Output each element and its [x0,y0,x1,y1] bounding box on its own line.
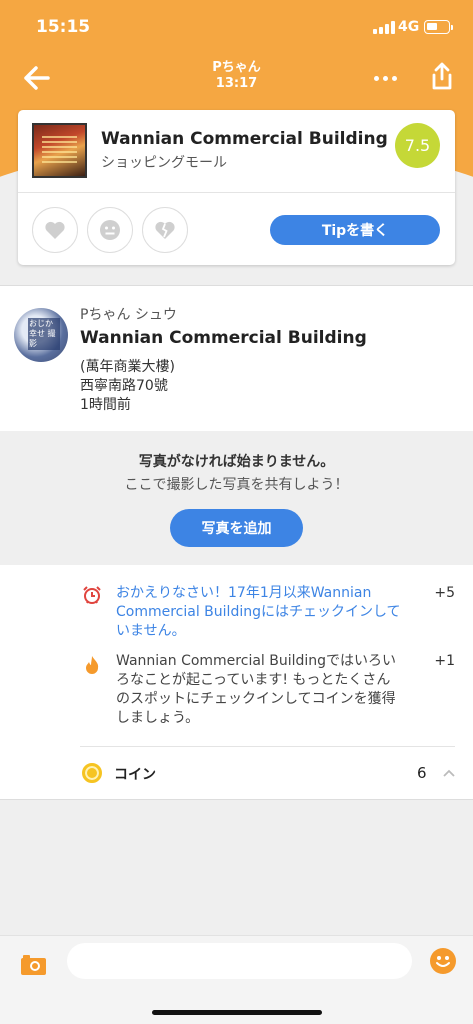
coin-count: 6 [417,764,427,782]
reward-points-activity: +1 [434,653,455,669]
nav-title-time: 13:17 [215,76,258,91]
status-time: 15:15 [36,17,91,37]
reward-text-activity: Wannian Commercial Buildingではいろいろなことが起こっ… [116,653,397,726]
nav-bar: Pちゃん 13:17 [0,56,473,100]
dislike-button[interactable] [142,207,188,253]
smile-face-icon [436,956,450,967]
card-divider [18,192,455,193]
status-bar: 15:15 4G [0,0,473,56]
neutral-face-icon [100,220,120,240]
coin-label: コイン [114,767,156,783]
flame-icon [86,656,99,674]
add-photo-button[interactable]: 写真を追加 [170,509,303,547]
nav-title: Pちゃん 13:17 [0,60,473,92]
alarm-clock-icon [83,586,101,604]
network-type: 4G [398,19,420,35]
heart-icon [45,221,65,239]
nav-title-user: Pちゃん [212,60,261,75]
checkin-address-name: (萬年商業大樓) [80,359,175,375]
like-button[interactable] [32,207,78,253]
photo-prompt: 写真がなければ始まりません。 ここで撮影した写真を共有しよう！ 写真を追加 [0,431,473,565]
write-tip-button[interactable]: Tipを書く [270,215,440,245]
venue-category: ショッピングモール [101,155,227,171]
photo-prompt-title: 写真がなければ始まりません。 [138,454,335,470]
broken-heart-icon [155,221,175,239]
share-icon[interactable] [430,61,454,91]
more-icon[interactable] [370,66,400,90]
signal-icon [373,21,395,34]
checkin-address: 西寧南路70號 [80,378,168,394]
coin-icon [82,763,102,783]
venue-card[interactable]: Wannian Commercial Building ショッピングモール 7.… [18,110,455,265]
neutral-button[interactable] [87,207,133,253]
venue-photo [32,123,87,178]
venue-name: Wannian Commercial Building [101,129,388,149]
comment-input[interactable] [67,943,412,979]
avatar[interactable] [14,308,68,362]
coin-row[interactable]: コイン 6 [0,747,473,800]
checkin-time: 1時間前 [80,397,131,413]
checkin-venue[interactable]: Wannian Commercial Building [80,328,367,348]
rewards-section: おかえりなさい！17年1月以来Wannian Commercial Buildi… [0,565,473,800]
checkin-user[interactable]: Pちゃん シュウ [80,304,177,324]
checkin-post: Pちゃん シュウ Wannian Commercial Building (萬年… [0,285,473,431]
comment-bar [0,935,473,1024]
reward-points-return: +5 [434,585,455,601]
home-indicator [152,1010,322,1015]
venue-score-badge: 7.5 [395,123,440,168]
photo-prompt-subtitle: ここで撮影した写真を共有しよう！ [124,477,349,493]
chevron-up-icon[interactable] [443,767,455,779]
camera-icon[interactable] [20,954,47,976]
battery-icon [424,20,453,34]
reward-text-return: おかえりなさい！17年1月以来Wannian Commercial Buildi… [116,585,401,639]
emoji-icon[interactable] [430,948,456,974]
